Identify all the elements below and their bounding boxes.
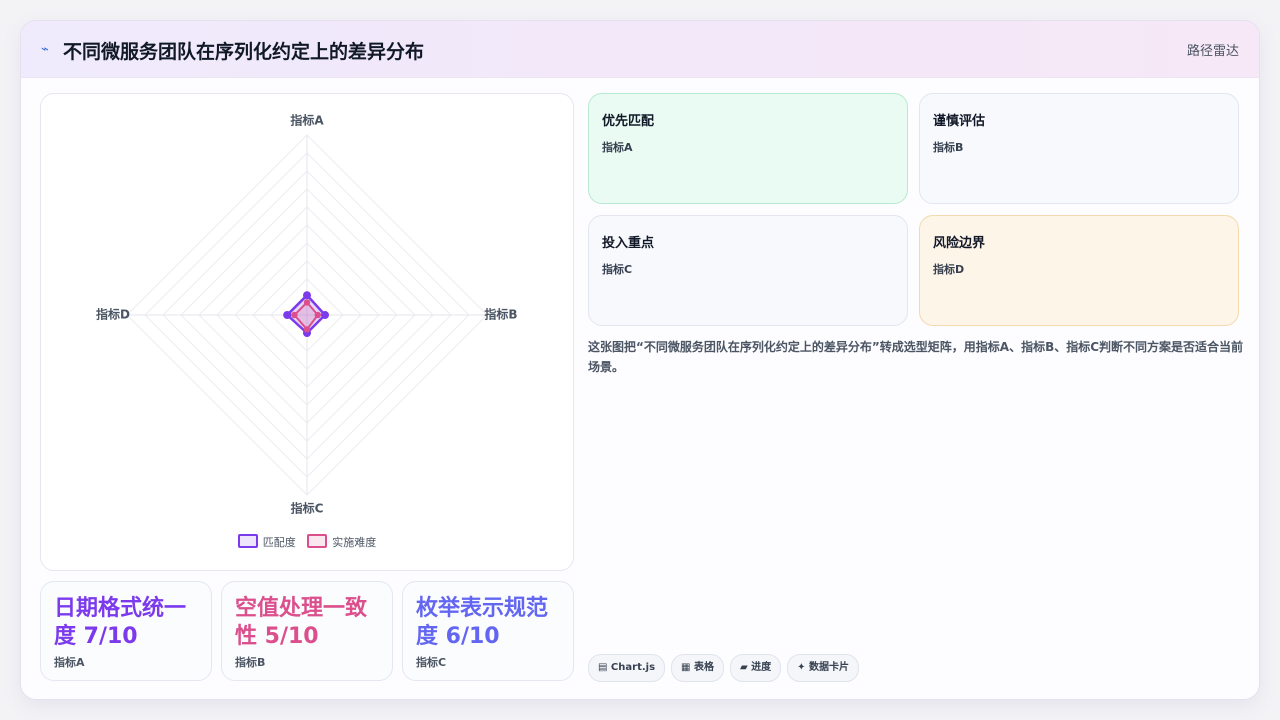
chip-chartjs[interactable]: ▤ Chart.js [588, 654, 666, 682]
quadrant-title: 优先匹配 [602, 114, 655, 129]
legend-label: 匹配度 [262, 536, 296, 549]
legend-item-series-2[interactable]: 实施难度 [307, 534, 376, 550]
chart-legend: 匹配度 实施难度 [41, 534, 573, 550]
quadrant-metric: 指标B [933, 141, 964, 154]
page-title: 不同微服务团队在序列化约定上的差异分布 [63, 41, 425, 63]
legend-swatch [237, 534, 258, 548]
stat-value: 枚举表示规范度 6/10 [416, 596, 549, 649]
legend-label: 实施难度 [332, 536, 377, 549]
stat-label: 指标A [54, 656, 85, 669]
radar-axis-label: 指标A [290, 113, 324, 128]
quadrant-metric: 指标A [602, 141, 633, 154]
radar-data-point [283, 311, 292, 319]
quadrant-card-4[interactable]: 风险边界 指标D [919, 215, 1239, 326]
chip-table[interactable]: ▦ 表格 [671, 654, 724, 682]
chip-data-card[interactable]: ✦ 数据卡片 [787, 654, 860, 682]
radar-data-point [314, 311, 321, 319]
stat-card-3: 枚举表示规范度 6/10 指标C [402, 581, 574, 681]
header-tag[interactable]: 路径雷达 [1187, 40, 1239, 59]
radar-data-point [321, 311, 329, 319]
radar-data-point [303, 291, 311, 300]
quadrant-title: 风险边界 [933, 236, 986, 251]
stat-label: 指标B [235, 656, 266, 669]
quadrant-title: 投入重点 [602, 236, 655, 251]
tech-chips: ▤ Chart.js ▦ 表格 ▰ 进度 ✦ 数据卡片 [588, 654, 865, 682]
radar-data-point [303, 326, 311, 333]
radar-data-point [303, 299, 311, 306]
description-text: 这张图把“不同微服务团队在序列化约定上的差异分布”转成选型矩阵，用指标A、指标B… [588, 340, 1244, 374]
quadrant-card-2[interactable]: 谨慎评估 指标B [919, 93, 1239, 204]
radar-data-point [291, 311, 298, 319]
legend-swatch [307, 534, 328, 548]
stat-label: 指标C [416, 656, 447, 669]
stat-value: 空值处理一致性 5/10 [235, 596, 368, 649]
quadrant-metric: 指标D [933, 263, 965, 276]
quadrant-metric: 指标C [602, 263, 633, 276]
stat-card-2: 空值处理一致性 5/10 指标B [221, 581, 393, 681]
radar-chart: 指标A 指标B 指标C 指标D [96, 113, 518, 516]
quadrant-card-1[interactable]: 优先匹配 指标A [588, 93, 908, 204]
quadrant-card-3[interactable]: 投入重点 指标C [588, 215, 908, 326]
radar-chart-panel: 指标A 指标B 指标C 指标D 匹配度 实施难度 [40, 93, 574, 571]
stat-card-1: 日期格式统一度 7/10 指标A [40, 581, 212, 681]
quadrant-title: 谨慎评估 [933, 114, 986, 129]
header: ⌁ 不同微服务团队在序列化约定上的差异分布 路径雷达 [21, 21, 1259, 78]
radar-axis-label: 指标C [291, 501, 324, 516]
stat-value: 日期格式统一度 7/10 [54, 596, 187, 649]
main-card: ⌁ 不同微服务团队在序列化约定上的差异分布 路径雷达 指标A 指标B 指标C 指标D … [20, 20, 1260, 700]
trend-icon: ⌁ [41, 42, 49, 57]
radar-axis-label: 指标B [484, 307, 517, 322]
chip-progress[interactable]: ▰ 进度 [729, 654, 782, 682]
radar-axis-label: 指标D [96, 307, 130, 322]
legend-item-series-1[interactable]: 匹配度 [237, 534, 296, 550]
